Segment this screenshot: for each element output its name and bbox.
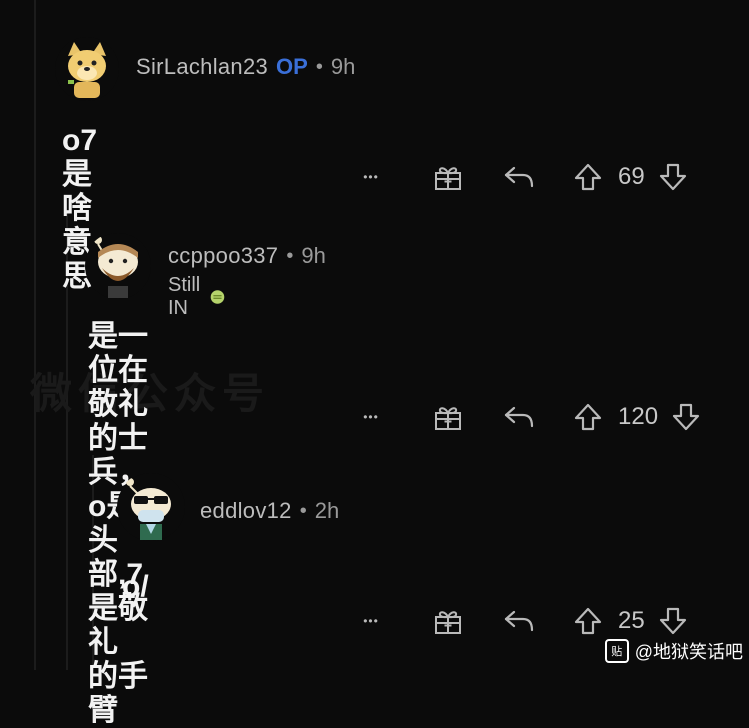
source-watermark: 贴 @地狱笑话吧 [604, 638, 743, 664]
timestamp: 9h [301, 243, 326, 268]
bearded-avatar-icon[interactable] [84, 232, 152, 300]
comment-body-line: 的手臂 [88, 660, 148, 727]
username[interactable]: SirLachlan23 [136, 54, 268, 80]
user-flair: Still IN [168, 274, 225, 320]
timestamp: 9h [330, 54, 356, 79]
upvote-icon[interactable] [572, 402, 604, 432]
comment-body: o/ [122, 570, 149, 603]
username[interactable]: ccppoo337 [168, 243, 278, 269]
vote-count: 69 [618, 163, 645, 190]
separator-dot: • [286, 244, 294, 267]
flair-emoji-icon [210, 290, 225, 304]
vote-count: 25 [618, 607, 645, 634]
more-options-button[interactable]: ••• [356, 410, 386, 424]
reply-icon[interactable] [502, 608, 536, 634]
username[interactable]: eddlov12 [200, 498, 292, 524]
timestamp: 2h [314, 498, 340, 523]
reply-icon[interactable] [502, 164, 536, 190]
separator-dot: • [315, 55, 323, 78]
upvote-icon[interactable] [572, 162, 604, 192]
reply-icon[interactable] [502, 404, 536, 430]
downvote-icon[interactable] [657, 162, 689, 192]
award-icon[interactable] [432, 162, 464, 192]
background-watermark: 微信公众号 [30, 370, 271, 417]
upvote-icon[interactable] [572, 606, 604, 636]
op-badge: OP [276, 54, 308, 79]
sunglasses-avatar-icon[interactable] [116, 472, 186, 542]
vote-count: 120 [618, 403, 659, 430]
separator-dot: • [299, 499, 307, 522]
flair-text: Still IN [168, 274, 201, 319]
doge-avatar-icon[interactable] [54, 36, 120, 102]
watermark-text: @地狱笑话吧 [634, 642, 743, 662]
thread-line-1 [34, 0, 36, 670]
award-icon[interactable] [432, 606, 464, 636]
more-options-button[interactable]: ••• [356, 170, 386, 184]
watermark-badge: 贴 [604, 639, 629, 663]
downvote-icon[interactable] [657, 606, 689, 636]
more-options-button[interactable]: ••• [356, 614, 386, 628]
award-icon[interactable] [432, 402, 464, 432]
downvote-icon[interactable] [670, 402, 702, 432]
